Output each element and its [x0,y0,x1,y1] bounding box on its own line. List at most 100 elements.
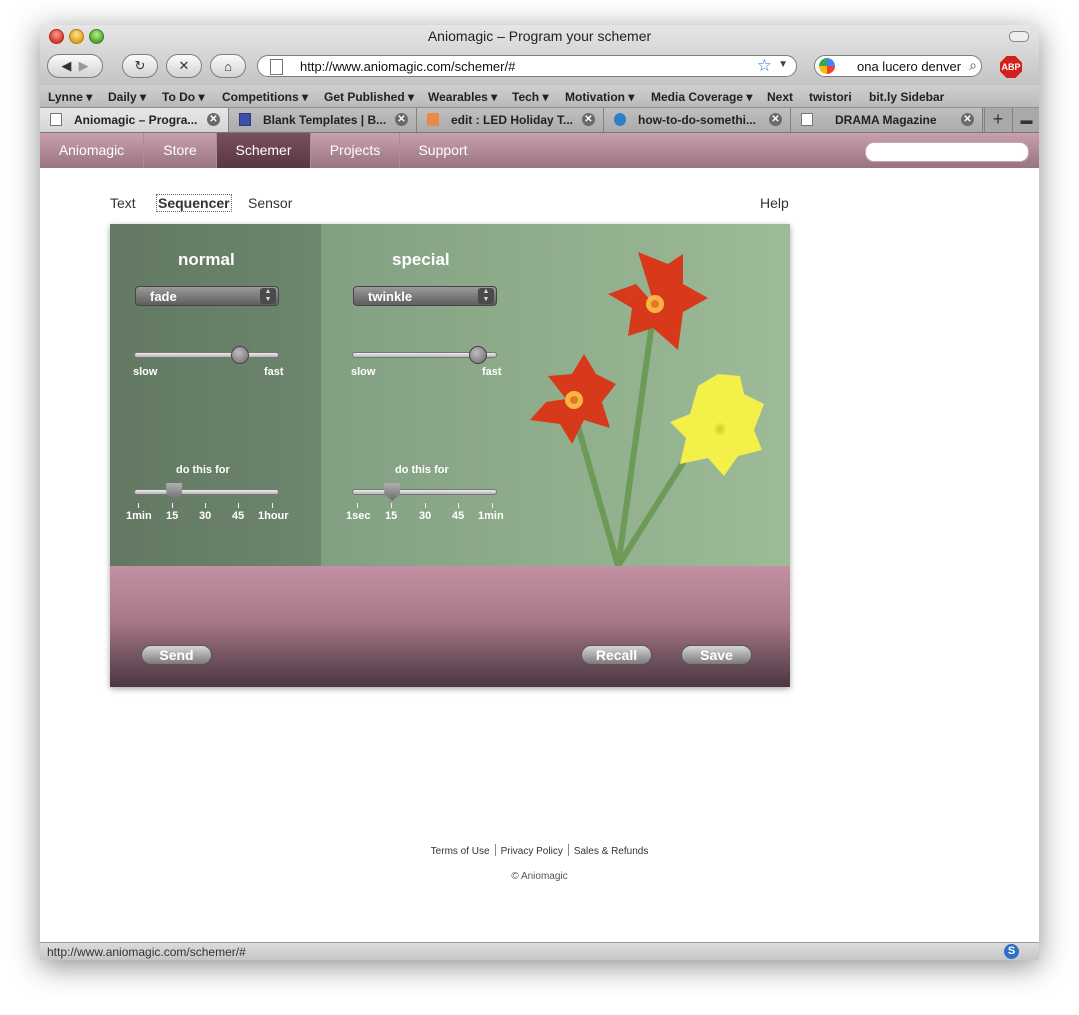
toolbar-toggle-button[interactable] [1009,31,1029,42]
window-title: Aniomagic – Program your schemer [427,28,652,44]
special-mode-select[interactable]: twinkle ▲ ▼ [353,286,497,306]
normal-duration-label: do this for [176,464,230,476]
tick-mark [458,503,459,508]
bookmark-star-icon[interactable]: ☆ [757,56,772,76]
new-tab-button[interactable]: + [984,108,1011,132]
normal-speed-min-label: slow [133,366,158,378]
tick-label: 15 [385,510,398,522]
normal-speed-slider[interactable] [134,352,279,358]
tab-drama-magazine[interactable]: DRAMA Magazine ✕ [791,108,983,132]
special-duration-label: do this for [395,464,449,476]
bookmark-lynne[interactable]: Lynne ▾ [48,90,92,104]
tick-mark [357,503,358,508]
close-tab-icon[interactable]: ✕ [395,113,408,126]
tick-mark [172,503,173,508]
flower-stem [615,306,657,566]
save-button[interactable]: Save [681,645,752,665]
nav-schemer[interactable]: Schemer [217,133,311,168]
divider [494,844,496,856]
subtab-sensor[interactable]: Sensor [248,195,292,211]
nav-store[interactable]: Store [144,133,217,168]
home-button[interactable]: ⌂ [210,54,246,78]
privacy-link[interactable]: Privacy Policy [501,846,563,857]
normal-duration-knob[interactable] [166,483,183,501]
sales-refunds-link[interactable]: Sales & Refunds [574,846,649,857]
google-icon[interactable] [819,58,835,74]
search-input[interactable]: ona lucero denver [857,59,961,74]
tick-mark [138,503,139,508]
close-tab-icon[interactable]: ✕ [582,113,595,126]
status-bar: http://www.aniomagic.com/schemer/# S [40,942,1039,960]
tab-list-button[interactable]: ▬ [1012,108,1039,132]
send-button[interactable]: Send [141,645,212,665]
special-duration-slider[interactable] [352,489,497,495]
flower-stem [570,406,621,566]
special-speed-knob[interactable] [468,346,487,364]
tick-label: 1hour [258,510,289,522]
page-icon [270,59,283,75]
close-tab-icon[interactable]: ✕ [207,113,220,126]
help-link[interactable]: Help [760,195,789,211]
nav-projects[interactable]: Projects [311,133,400,168]
bookmark-todo[interactable]: To Do ▾ [162,90,204,104]
reload-icon: ↻ [134,58,146,73]
back-forward-buttons[interactable]: ◀ ▶ [47,54,103,78]
red-flower-left [530,354,616,444]
search-icon[interactable]: ⌕ [969,57,977,74]
bookmark-daily[interactable]: Daily ▾ [108,90,146,104]
close-tab-icon[interactable]: ✕ [961,113,974,126]
special-duration-knob[interactable] [384,483,401,501]
tick-label: 30 [419,510,432,522]
site-nav: Aniomagic Store Schemer Projects Support [40,133,1039,168]
stop-icon: ✕ [178,58,190,73]
normal-duration-slider[interactable] [134,489,279,495]
recall-button[interactable]: Recall [581,645,652,665]
special-speed-max-label: fast [482,366,502,378]
tab-blank-templates[interactable]: Blank Templates | B... ✕ [229,108,417,132]
url-dropdown-icon[interactable]: ▼ [778,59,788,70]
close-tab-icon[interactable]: ✕ [769,113,782,126]
tick-label: 1min [126,510,152,522]
control-bar: Send Recall Save [110,566,790,687]
bookmark-bitly-sidebar[interactable]: bit.ly Sidebar [869,90,944,104]
bookmark-twistori[interactable]: twistori [809,90,852,104]
special-speed-min-label: slow [351,366,376,378]
tab-led-holiday[interactable]: edit : LED Holiday T... ✕ [417,108,604,132]
bookmark-wearables[interactable]: Wearables ▾ [428,90,497,104]
bookmark-tech[interactable]: Tech ▾ [512,90,548,104]
bookmark-motivation[interactable]: Motivation ▾ [565,90,634,104]
adblock-icon[interactable]: ABP [1000,56,1022,78]
bookmark-get-published[interactable]: Get Published ▾ [324,90,414,104]
address-bar[interactable]: http://www.aniomagic.com/schemer/# ☆ ▼ [257,55,797,77]
page-icon [50,113,62,126]
special-title: special [392,250,450,269]
bookmark-media-coverage[interactable]: Media Coverage ▾ [651,90,752,104]
skype-icon[interactable]: S [1004,944,1019,959]
normal-speed-max-label: fast [264,366,284,378]
site-search-input[interactable] [865,142,1029,162]
normal-title: normal [178,250,235,269]
bookmark-next[interactable]: Next [767,90,793,104]
reload-button[interactable]: ↻ [122,54,158,78]
terms-link[interactable]: Terms of Use [431,846,490,857]
nav-support[interactable]: Support [400,133,486,168]
stop-button[interactable]: ✕ [166,54,202,78]
tab-aniomagic[interactable]: Aniomagic – Progra... ✕ [40,108,229,132]
tick-label: 45 [452,510,465,522]
red-flower-top [608,252,708,350]
bookmark-competitions[interactable]: Competitions ▾ [222,90,308,104]
tab-bar: Aniomagic – Progra... ✕ Blank Templates … [40,108,1039,133]
subtab-text[interactable]: Text [110,195,136,211]
tab-how-to[interactable]: how-to-do-somethi... ✕ [604,108,791,132]
subtab-sequencer[interactable]: Sequencer [156,194,232,212]
forward-icon[interactable]: ▶ [79,58,89,74]
schemer-app: normal fade ▲ ▼ slow fast do this for 1mi… [110,224,790,687]
back-icon[interactable]: ◀ [61,58,71,74]
site-favicon-icon [239,113,251,126]
address-text[interactable]: http://www.aniomagic.com/schemer/# [300,59,515,74]
normal-mode-select[interactable]: fade ▲ ▼ [135,286,279,306]
nav-aniomagic[interactable]: Aniomagic [40,133,144,168]
stumbleupon-icon [614,113,626,126]
search-box[interactable]: ona lucero denver ⌕ [814,55,982,77]
normal-speed-knob[interactable] [230,346,249,364]
